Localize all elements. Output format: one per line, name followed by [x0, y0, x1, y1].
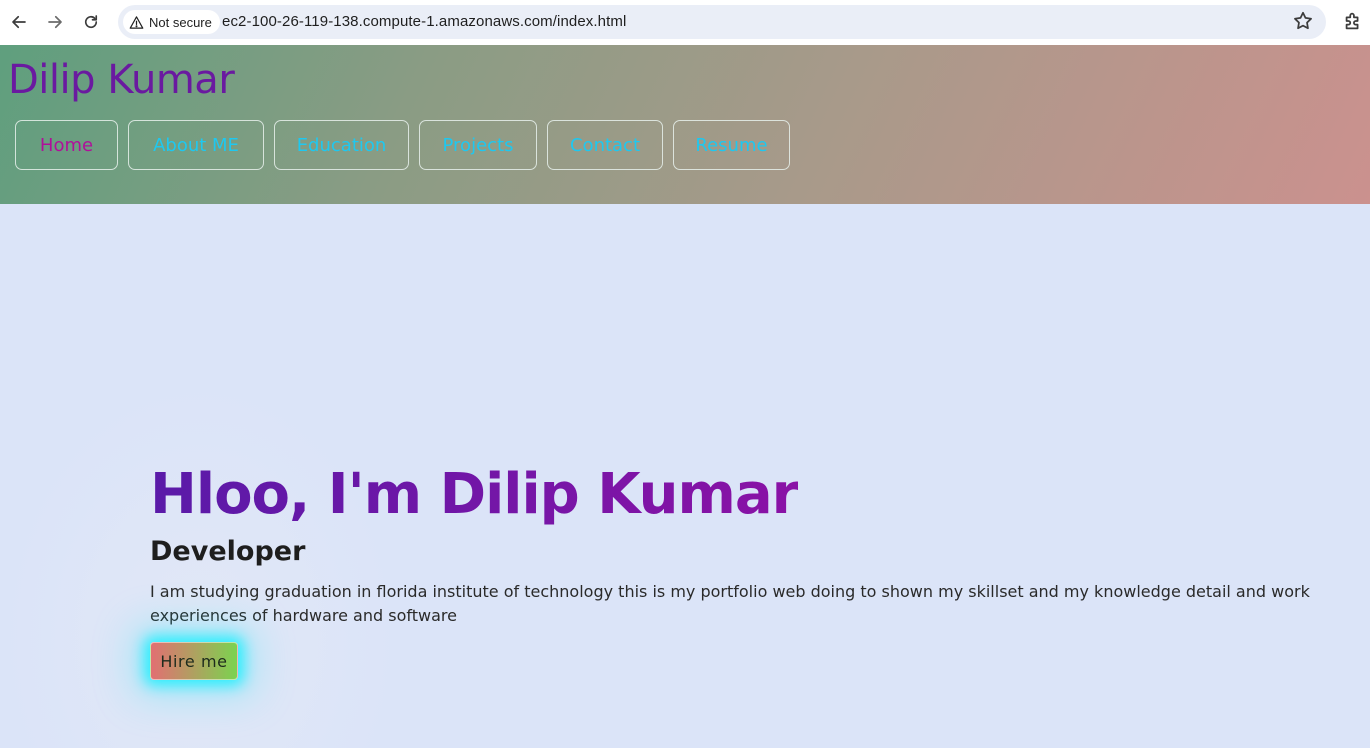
nav-about-me[interactable]: About ME: [128, 120, 264, 170]
nav-resume[interactable]: Resume: [673, 120, 790, 170]
hire-me-button[interactable]: Hire me: [150, 642, 238, 680]
bookmark-star-icon[interactable]: [1292, 10, 1314, 32]
hero-greeting: Hloo, I'm Dilip Kumar: [150, 462, 799, 527]
site-header: Dilip Kumar Home About ME Education Proj…: [0, 45, 1370, 204]
extensions-icon[interactable]: [1342, 10, 1364, 32]
back-icon[interactable]: [8, 11, 30, 33]
hero-role: Developer: [150, 536, 306, 567]
forward-icon[interactable]: [44, 11, 66, 33]
browser-toolbar: Not secure ec2-100-26-119-138.compute-1.…: [0, 0, 1370, 45]
reload-icon[interactable]: [80, 11, 102, 33]
nav-home[interactable]: Home: [15, 120, 118, 170]
nav-contact[interactable]: Contact: [547, 120, 663, 170]
address-bar[interactable]: Not secure ec2-100-26-119-138.compute-1.…: [118, 5, 1326, 39]
nav-projects[interactable]: Projects: [419, 120, 537, 170]
nav-education[interactable]: Education: [274, 120, 409, 170]
main-nav: Home About ME Education Projects Contact…: [15, 120, 790, 170]
url-text[interactable]: ec2-100-26-119-138.compute-1.amazonaws.c…: [222, 13, 626, 30]
security-label: Not secure: [149, 14, 212, 30]
warning-icon: [129, 15, 144, 29]
security-chip[interactable]: Not secure: [123, 10, 220, 34]
hero-description: I am studying graduation in florida inst…: [150, 582, 1310, 625]
site-title: Dilip Kumar: [8, 57, 235, 103]
